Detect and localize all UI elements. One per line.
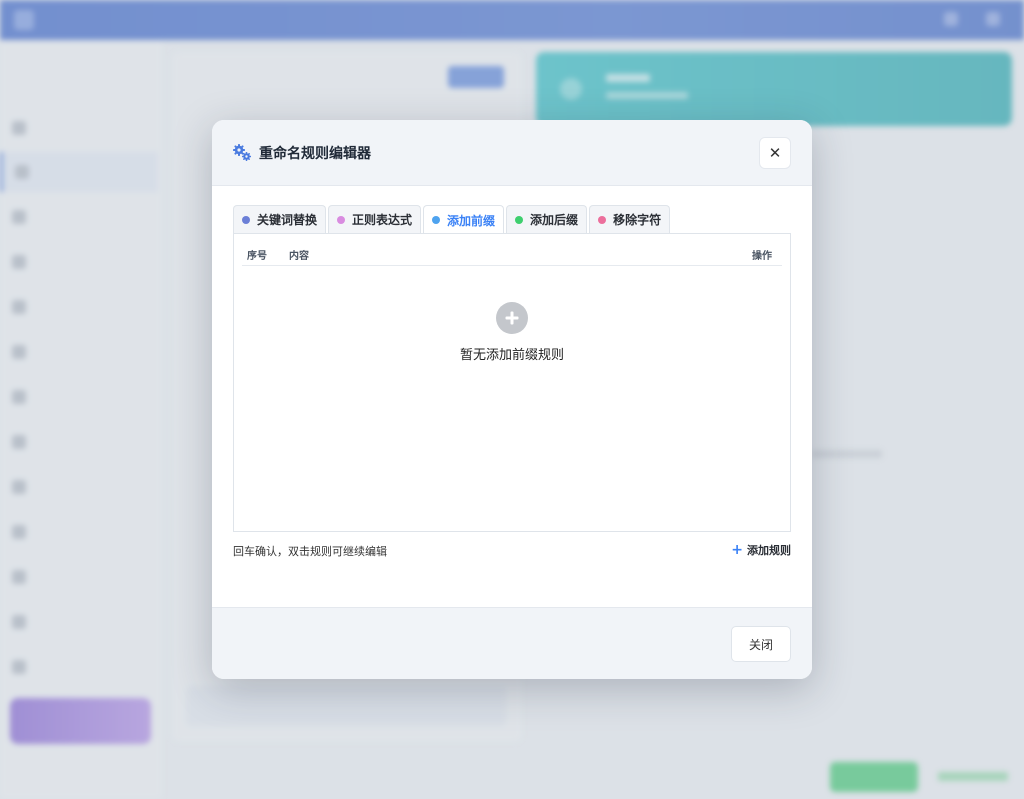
plus-icon: [505, 311, 519, 325]
tab-regex[interactable]: 正则表达式: [328, 205, 422, 233]
tab-add-prefix[interactable]: 添加前缀: [423, 205, 505, 234]
empty-state-text: 暂无添加前缀规则: [459, 348, 564, 363]
modal-footer: 关闭: [212, 607, 812, 679]
tab-label: 添加后缀: [530, 213, 579, 227]
tab-dot: [515, 215, 524, 224]
rename-rule-editor-modal: 重命名规则编辑器 ✕ 关键词替换 正则表达式 添加前缀 添加后缀 移除字符 序号…: [212, 120, 812, 679]
tab-dot: [337, 215, 346, 224]
add-rule-label: 添加规则: [747, 544, 791, 557]
rule-type-tabs: 关键词替换 正则表达式 添加前缀 添加后缀 移除字符: [233, 205, 671, 234]
rules-table: 序号 内容 操作 暂无添加前缀规则: [233, 233, 791, 532]
tab-dot: [432, 216, 441, 224]
add-rule-button[interactable]: + 添加规则: [731, 542, 791, 558]
hint-text: 回车确认，双击规则可继续编辑: [233, 545, 387, 558]
plus-circle-icon[interactable]: [496, 302, 528, 334]
tab-label: 添加前缀: [447, 213, 496, 228]
tab-dot: [242, 215, 250, 224]
tab-dot: [598, 215, 607, 224]
tab-add-suffix[interactable]: 添加后缀: [506, 205, 588, 233]
plus-icon: +: [731, 542, 743, 558]
tab-label: 正则表达式: [352, 213, 413, 227]
modal-header: 重命名规则编辑器 ✕: [212, 120, 812, 186]
modal-title: 重命名规则编辑器: [259, 146, 371, 162]
tab-label: 移除字符: [613, 213, 662, 227]
tab-keyword-replace[interactable]: 关键词替换: [233, 205, 327, 233]
gears-icon: [233, 144, 251, 161]
close-button[interactable]: 关闭: [731, 626, 791, 662]
tab-remove-chars[interactable]: 移除字符: [589, 205, 671, 233]
tab-label: 关键词替换: [257, 213, 318, 227]
table-header: 序号 内容 操作: [242, 234, 782, 266]
close-icon[interactable]: ✕: [759, 137, 791, 169]
column-header-content: 内容: [289, 251, 309, 262]
column-header-seq: 序号: [247, 251, 267, 262]
column-header-action: 操作: [752, 251, 772, 262]
